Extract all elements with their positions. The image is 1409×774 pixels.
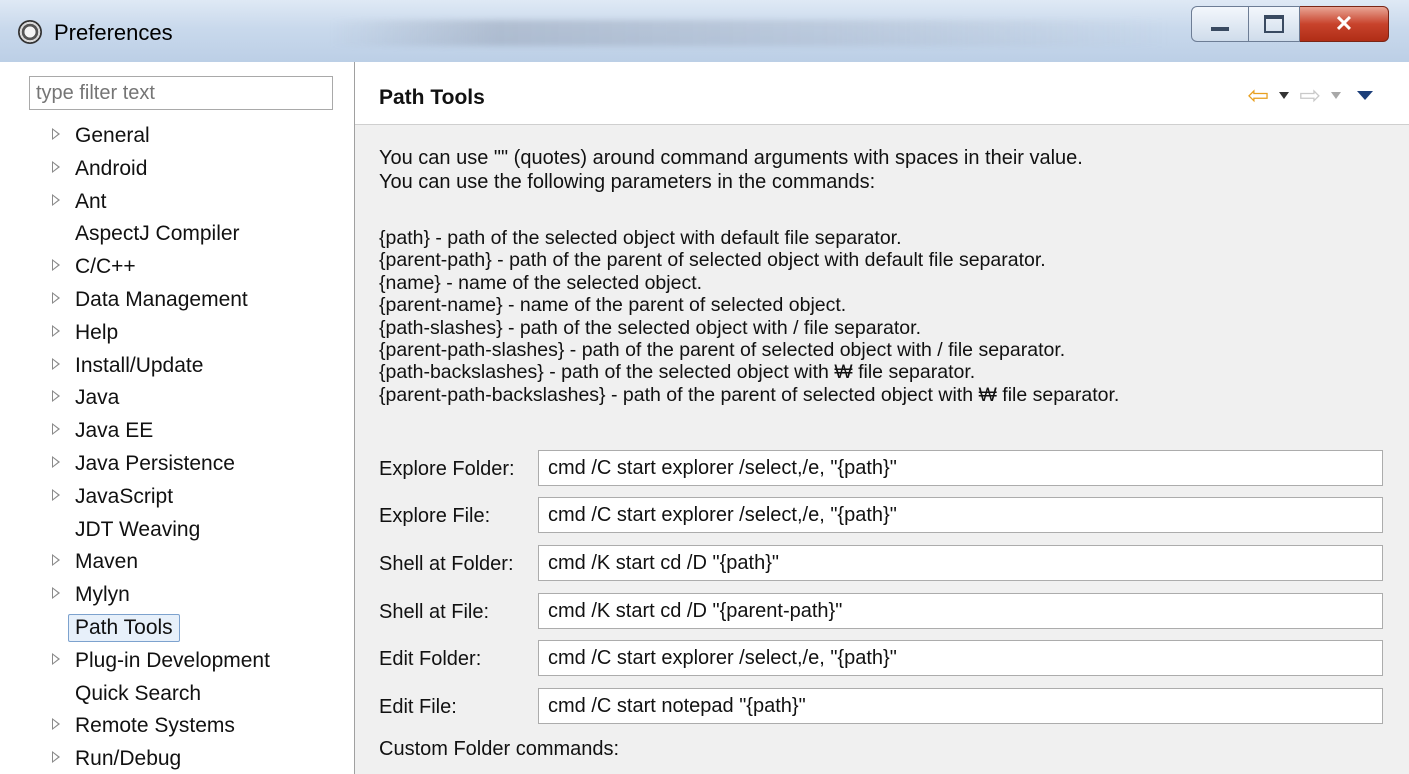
- expand-arrow-icon[interactable]: [52, 751, 60, 764]
- expand-arrow-icon[interactable]: [52, 390, 60, 403]
- shell-at-file-label: Shell at File:: [379, 601, 490, 623]
- edit-folder-input[interactable]: [538, 640, 1383, 676]
- tree-item-label: AspectJ Compiler: [75, 222, 240, 246]
- back-arrow-icon[interactable]: ⇦: [1247, 82, 1269, 108]
- expand-arrow-icon[interactable]: [52, 324, 60, 337]
- window-controls: ✕: [1191, 6, 1389, 42]
- eclipse-app-icon: [18, 20, 42, 44]
- parameter-line: {parent-path} - path of the parent of se…: [379, 249, 1046, 272]
- close-icon: ✕: [1334, 11, 1354, 36]
- description: You can use "" (quotes) around command a…: [379, 146, 1083, 194]
- tree-item-label: Quick Search: [75, 681, 202, 705]
- shell-at-file-row: Shell at File:: [379, 592, 1385, 632]
- expand-arrow-icon[interactable]: [52, 652, 60, 665]
- parameter-line: {name} - name of the selected object.: [379, 271, 703, 294]
- blurred-toolbar-background: [330, 20, 1170, 46]
- parameter-line: {path} - path of the selected object wit…: [379, 227, 902, 249]
- tree-item-label: JDT Weaving: [75, 517, 201, 541]
- edit-folder-label: Edit Folder:: [379, 648, 482, 670]
- tree-item-label: JavaScript: [75, 484, 174, 508]
- preferences-window: Preferences ✕ General Android Ant AspectJ C…: [0, 0, 1409, 774]
- tree-item-label: Remote Systems: [75, 714, 235, 738]
- edit-file-input[interactable]: [538, 688, 1383, 724]
- expand-arrow-icon[interactable]: [52, 259, 60, 272]
- maximize-button[interactable]: [1249, 6, 1300, 42]
- preference-page: Path Tools ⇦ ⇨ You can use "" (quotes) a…: [355, 62, 1409, 774]
- expand-arrow-icon[interactable]: [52, 587, 60, 600]
- tree-item-label: Mylyn: [75, 583, 130, 607]
- maximize-icon: [1264, 15, 1284, 33]
- title-bar[interactable]: Preferences ✕: [0, 0, 1409, 63]
- parameter-line: {parent-name} - name of the parent of se…: [379, 294, 847, 317]
- parameter-list: {path} - path of the selected object wit…: [379, 227, 1119, 406]
- minimize-icon: [1211, 27, 1229, 31]
- window-title: Preferences: [54, 20, 173, 45]
- parameter-line: {parent-path-slashes} - path of the pare…: [379, 339, 1066, 362]
- description-line: You can use the following parameters in …: [379, 171, 876, 193]
- edit-file-row: Edit File:: [379, 687, 1385, 727]
- shell-at-folder-input[interactable]: [538, 545, 1383, 581]
- tree-item-label: Path Tools: [68, 614, 180, 642]
- explore-folder-label: Explore Folder:: [379, 458, 515, 480]
- tree-item-label: Plug-in Development: [75, 648, 270, 672]
- back-dropdown-icon[interactable]: [1279, 91, 1290, 99]
- parameter-line: {path-slashes} - path of the selected ob…: [379, 316, 921, 339]
- tree-item-label: General: [75, 124, 150, 147]
- expand-arrow-icon[interactable]: [52, 193, 60, 206]
- edit-file-label: Edit File:: [379, 696, 457, 718]
- explore-file-label: Explore File:: [379, 505, 491, 527]
- shell-at-file-input[interactable]: [538, 593, 1383, 629]
- forward-arrow-icon[interactable]: ⇨: [1299, 82, 1321, 108]
- tree-item-label: Install/Update: [75, 353, 204, 377]
- page-header: Path Tools ⇦ ⇨: [355, 62, 1409, 125]
- custom-folder-commands-label: Custom Folder commands:: [379, 738, 620, 760]
- filter-input[interactable]: [29, 76, 333, 110]
- expand-arrow-icon[interactable]: [52, 456, 60, 468]
- tree-item-label: Ant: [75, 189, 107, 213]
- tree-item-label: Run/Debug: [75, 747, 182, 771]
- expand-arrow-icon[interactable]: [52, 488, 60, 501]
- edit-folder-row: Edit Folder:: [379, 639, 1385, 679]
- tree-item-label: Java Persistence: [75, 452, 235, 475]
- tree-item-label: Java EE: [75, 419, 154, 443]
- tree-item-label: Java: [75, 386, 120, 410]
- expand-arrow-icon[interactable]: [52, 357, 60, 370]
- tree-item-label: C/C++: [75, 255, 136, 279]
- close-button[interactable]: ✕: [1300, 6, 1389, 42]
- expand-arrow-icon[interactable]: [52, 423, 60, 436]
- minimize-button[interactable]: [1191, 6, 1249, 42]
- explore-folder-input[interactable]: [538, 450, 1383, 486]
- page-title: Path Tools: [379, 86, 485, 109]
- forward-dropdown-icon[interactable]: [1331, 91, 1341, 99]
- history-navigation: ⇦ ⇨: [1247, 82, 1373, 108]
- expand-arrow-icon[interactable]: [52, 718, 60, 731]
- explore-folder-row: Explore Folder:: [379, 449, 1385, 489]
- preferences-sidebar: General Android Ant AspectJ Compiler C/C++ Da…: [0, 62, 355, 774]
- explore-file-row: Explore File:: [379, 496, 1385, 536]
- view-menu-icon[interactable]: [1357, 90, 1373, 100]
- shell-at-folder-label: Shell at Folder:: [379, 553, 514, 575]
- description-line: You can use "" (quotes) around command a…: [379, 147, 1083, 169]
- tree-item-label: Maven: [75, 550, 139, 574]
- parameter-line: {parent-path-backslashes} - path of the …: [379, 383, 1120, 406]
- tree-item-label: Android: [75, 156, 148, 180]
- tree-item-label: Help: [75, 320, 119, 344]
- shell-at-folder-row: Shell at Folder:: [379, 544, 1385, 584]
- expand-arrow-icon[interactable]: [52, 292, 60, 304]
- expand-arrow-icon[interactable]: [52, 554, 60, 567]
- expand-arrow-icon[interactable]: [52, 128, 60, 140]
- explore-file-input[interactable]: [538, 497, 1383, 533]
- tree-item-label: Data Management: [75, 288, 248, 311]
- expand-arrow-icon[interactable]: [52, 160, 60, 173]
- parameter-line: {path-backslashes} - path of the selecte…: [379, 361, 976, 384]
